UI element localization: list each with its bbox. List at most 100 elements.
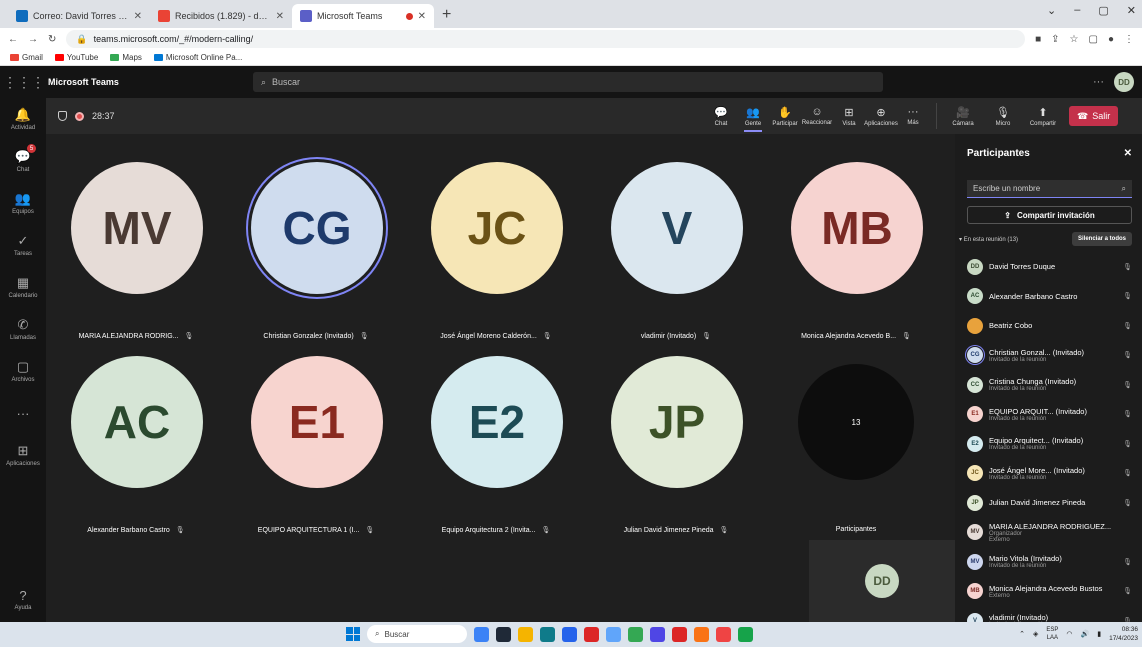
participant-tile[interactable]: AC Alexander Barbano Castro 🎙 <box>46 356 226 546</box>
rail-item-teams[interactable]: 👥 Equipos <box>0 182 46 224</box>
mic-off-icon[interactable]: 🎙 <box>1123 322 1132 330</box>
chat-button[interactable]: 💬 Chat <box>706 106 736 127</box>
participant-row[interactable]: CC Cristina Chunga (Invitado) Invitado de … <box>955 370 1142 400</box>
participant-tile[interactable]: MV MARIA ALEJANDRA RODRIG... 🎙 <box>46 162 226 352</box>
apps-button[interactable]: ⊕ Aplicaciones <box>864 106 898 127</box>
camera-indicator-icon[interactable]: ■ <box>1035 34 1041 45</box>
taskbar-app-icon[interactable] <box>562 626 577 642</box>
view-button[interactable]: ⊞ Vista <box>834 106 864 127</box>
menu-icon[interactable]: ⋮ <box>1124 34 1134 45</box>
browser-tab[interactable]: Correo: David Torres Duque - Ou ✕ <box>8 4 150 28</box>
wifi-icon[interactable]: ◠ <box>1066 630 1072 638</box>
reload-icon[interactable]: ↻ <box>48 34 56 45</box>
mic-off-icon[interactable]: 🎙 <box>1123 351 1132 359</box>
taskbar-app-icon[interactable] <box>694 626 709 642</box>
app-launcher-icon[interactable]: ⋮⋮⋮ <box>0 74 48 91</box>
mic-off-icon[interactable]: 🎙 <box>1123 440 1132 448</box>
sidepanel-icon[interactable]: ▢ <box>1089 34 1098 45</box>
minimize-icon[interactable]: – <box>1074 4 1080 17</box>
people-button[interactable]: 👥 Gente <box>738 106 768 132</box>
in-meeting-section-toggle[interactable]: ▾ En esta reunión (13) <box>959 236 1018 243</box>
participant-tile[interactable]: MB Monica Alejandra Acevedo B... 🎙 <box>766 162 946 352</box>
mic-off-icon[interactable]: 🎙 <box>1123 263 1132 271</box>
new-tab-button[interactable]: + <box>434 6 459 28</box>
participant-row[interactable]: E2 Equipo Arquitect... (Invitado) Invitado… <box>955 429 1142 459</box>
close-window-icon[interactable]: ✕ <box>1127 4 1136 17</box>
bookmark-item[interactable]: YouTube <box>54 53 98 62</box>
tray-app-icon[interactable]: ◈ <box>1033 630 1038 638</box>
tab-close-icon[interactable]: ✕ <box>418 11 426 22</box>
participant-search-input[interactable]: Escribe un nombre ⌕ <box>967 180 1132 198</box>
mic-off-icon[interactable]: 🎙 <box>1123 558 1132 566</box>
clock[interactable]: 08:36 17/4/2023 <box>1109 625 1138 643</box>
windows-start-icon[interactable] <box>346 627 360 641</box>
battery-icon[interactable]: ▮ <box>1097 630 1101 638</box>
participant-tile[interactable]: CG Christian Gonzalez (Invitado) 🎙 <box>226 162 406 352</box>
share-invite-button[interactable]: ⇪ Compartir invitación <box>967 206 1132 224</box>
participant-row[interactable]: MB Monica Alejandra Acevedo Bustos Externo… <box>955 577 1142 607</box>
rail-item-files[interactable]: ▢ Archivos <box>0 350 46 392</box>
tab-close-icon[interactable]: ✕ <box>134 11 142 22</box>
overflow-tile[interactable]: 13 Participantes <box>766 364 946 554</box>
taskbar-app-icon[interactable] <box>716 626 731 642</box>
participant-row[interactable]: AC Alexander Barbano Castro 🎙 <box>955 282 1142 312</box>
participant-tile[interactable]: JP Julian David Jimenez Pineda 🎙 <box>586 356 766 546</box>
mic-button[interactable]: 🎙 Micro <box>985 106 1021 127</box>
more-button[interactable]: ··· Más <box>898 106 928 127</box>
participant-row[interactable]: MV Mario Vitola (Invitado) Invitado de la … <box>955 547 1142 577</box>
participant-row[interactable]: CG Christian Gonzal... (Invitado) Invitado… <box>955 341 1142 371</box>
my-avatar[interactable]: DD <box>1114 72 1134 92</box>
mic-off-icon[interactable]: 🎙 <box>1123 499 1132 507</box>
tab-search-icon[interactable]: ⌄ <box>1047 4 1056 17</box>
rail-item-more[interactable]: ··· <box>0 392 46 434</box>
rail-item-tasks[interactable]: ✓ Tareas <box>0 224 46 266</box>
mic-off-icon[interactable]: 🎙 <box>1123 381 1132 389</box>
mute-all-button[interactable]: Silenciar a todos <box>1071 232 1132 246</box>
rail-item-help[interactable]: ? Ayuda <box>0 578 46 620</box>
global-search[interactable]: ⌕ Buscar <box>253 72 883 92</box>
participant-row[interactable]: JP Julian David Jimenez Pineda 🎙 <box>955 488 1142 518</box>
taskbar-app-icon[interactable] <box>738 626 753 642</box>
share-button[interactable]: ⬆ Compartir <box>1025 106 1061 127</box>
participant-tile[interactable]: Vvladimir (Invitado) 🎙 <box>586 162 766 352</box>
taskbar-app-icon[interactable] <box>540 626 555 642</box>
bookmark-item[interactable]: Microsoft Online Pa... <box>153 53 242 62</box>
bookmark-item[interactable]: Maps <box>110 53 142 62</box>
tray-chevron-icon[interactable]: ⌃ <box>1019 630 1025 638</box>
rail-item-calls[interactable]: ✆ Llamadas <box>0 308 46 350</box>
participant-row[interactable]: DD David Torres Duque 🎙 <box>955 252 1142 282</box>
raise-hand-button[interactable]: ✋ Participar <box>770 106 800 127</box>
mic-off-icon[interactable]: 🎙 <box>1123 587 1132 595</box>
participant-row[interactable]: E1 EQUIPO ARQUIT... (Invitado) Invitado de… <box>955 400 1142 430</box>
participant-row[interactable]: Beatriz Cobo 🎙 <box>955 311 1142 341</box>
rail-item-chat[interactable]: 💬 Chat 5 <box>0 140 46 182</box>
participant-row[interactable]: JC José Ángel More... (Invitado) Invitado … <box>955 459 1142 489</box>
language-indicator[interactable]: ESP LAA <box>1046 626 1058 642</box>
share-icon[interactable]: ⇪ <box>1051 34 1059 45</box>
forward-icon[interactable]: → <box>28 34 38 45</box>
mic-off-icon[interactable]: 🎙 <box>1123 292 1132 300</box>
taskbar-app-icon[interactable] <box>672 626 687 642</box>
taskbar-search[interactable]: ⌕ Buscar <box>367 625 467 643</box>
volume-icon[interactable]: 🔊 <box>1081 630 1090 638</box>
participant-tile[interactable]: E2 Equipo Arquitectura 2 (Invita... 🎙 <box>406 356 586 546</box>
profile-icon[interactable]: ● <box>1108 34 1114 45</box>
tab-close-icon[interactable]: ✕ <box>276 11 284 22</box>
close-icon[interactable]: ✕ <box>1124 148 1132 159</box>
browser-tab[interactable]: Microsoft Teams ✕ <box>292 4 434 28</box>
taskbar-app-icon[interactable] <box>474 626 489 642</box>
rail-item-apps[interactable]: ⊞ Aplicaciones <box>0 434 46 476</box>
maximize-icon[interactable]: ▢ <box>1098 4 1108 17</box>
participant-tile[interactable]: JC José Ángel Moreno Calderón... 🎙 <box>406 162 586 352</box>
mic-off-icon[interactable]: 🎙 <box>1123 410 1132 418</box>
more-options-icon[interactable]: ··· <box>1093 76 1104 88</box>
browser-tab[interactable]: Recibidos (1.829) - davidtorresd ✕ <box>150 4 292 28</box>
leave-button[interactable]: ☎ Salir <box>1069 106 1119 126</box>
camera-button[interactable]: 🎥 Cámara <box>945 106 981 127</box>
participant-row[interactable]: MV MARIA ALEJANDRA RODRIGUEZ... Organizado… <box>955 518 1142 548</box>
taskbar-app-icon[interactable] <box>628 626 643 642</box>
taskbar-app-icon[interactable] <box>650 626 665 642</box>
participant-tile[interactable]: E1 EQUIPO ARQUITECTURA 1 (I... 🎙 <box>226 356 406 546</box>
bookmark-item[interactable]: Gmail <box>10 53 43 62</box>
back-icon[interactable]: ← <box>8 34 18 45</box>
